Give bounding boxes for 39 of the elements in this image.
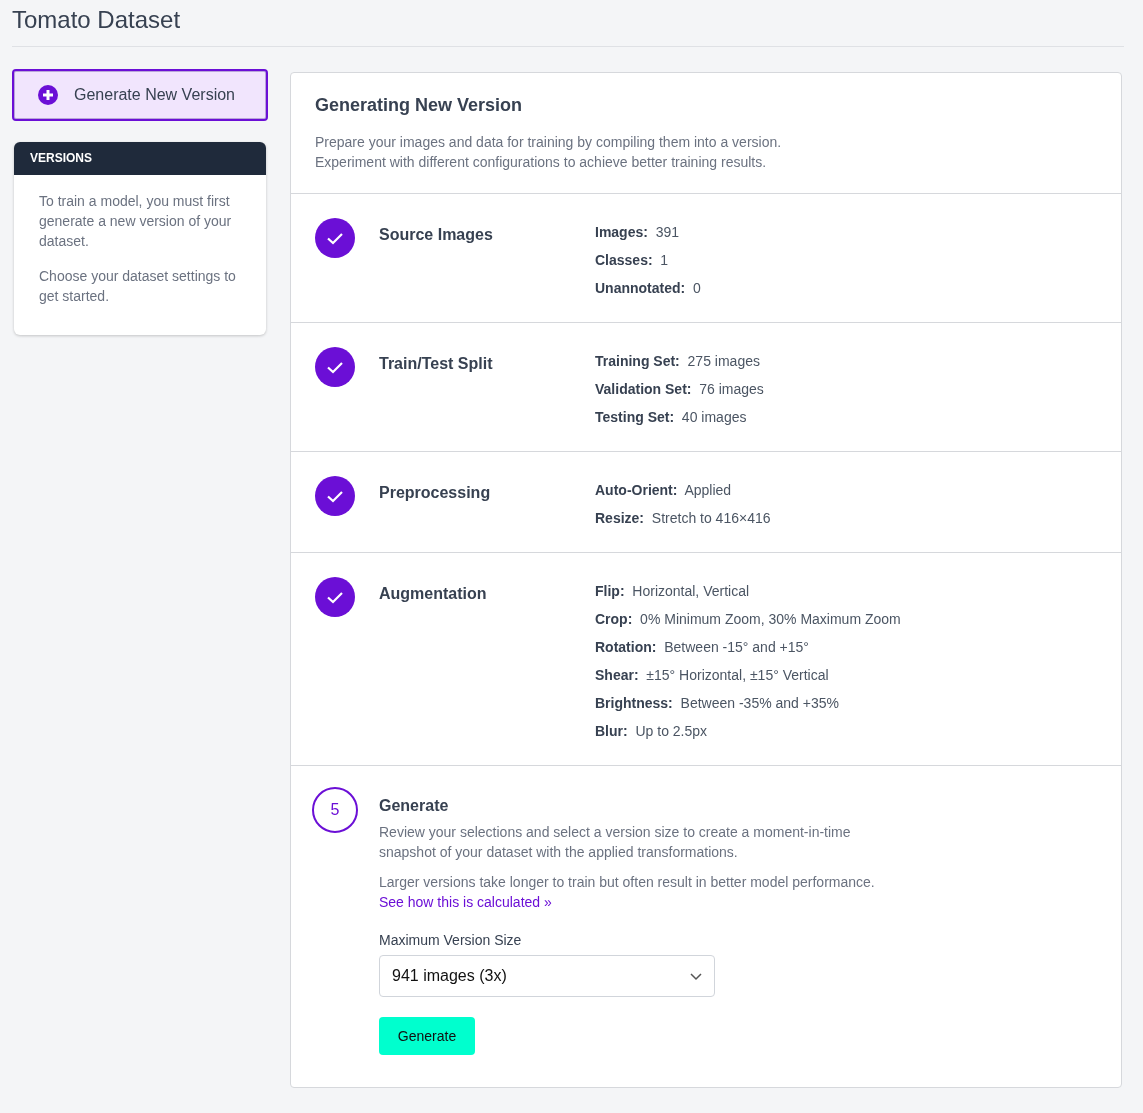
step-detail: Unannotated: 0	[595, 279, 701, 298]
step-detail: Brightness: Between -35% and +35%	[595, 694, 840, 713]
generate-new-version-button[interactable]: Generate New Version	[12, 69, 268, 121]
step-detail: Blur: Up to 2.5px	[595, 722, 709, 741]
step-detail: Crop: 0% Minimum Zoom, 30% Maximum Zoom	[595, 610, 901, 629]
step-detail: Auto-Orient: Applied	[595, 481, 733, 500]
check-circle-icon	[315, 347, 355, 387]
step-title: Augmentation	[379, 585, 488, 604]
calculation-link[interactable]: See how this is calculated »	[379, 894, 552, 910]
version-size-dropdown[interactable]: 941 images (3x)	[379, 955, 715, 997]
step-detail: Resize: Stretch to 416×416	[595, 509, 771, 528]
versions-heading: VERSIONS	[14, 142, 266, 175]
check-circle-icon	[315, 218, 355, 258]
info-text: Choose your dataset settings to get started.	[39, 267, 237, 306]
step-description: Review your selections and select a version size to create a moment-in-time snapshot of your dataset with the applied transformations.	[379, 823, 852, 862]
step-detail: Testing Set: 40 images	[595, 408, 748, 427]
panel-title: Generating New Version	[315, 95, 524, 116]
step-detail: Rotation: Between -15° and +15°	[595, 638, 810, 657]
step-detail: Flip: Horizontal, Vertical	[595, 582, 751, 601]
step-title: Source Images	[379, 226, 494, 245]
chevron-down-icon	[690, 973, 702, 981]
step-detail: Images: 391	[595, 223, 681, 242]
step-title: Preprocessing	[379, 484, 492, 503]
step-title: Generate	[379, 797, 450, 815]
step-description: Larger versions take longer to train but often result in better model performance. See how this is calculated »	[379, 873, 876, 912]
plus-circle-icon	[38, 85, 58, 105]
step-detail: Classes: 1	[595, 251, 670, 270]
info-text: To train a model, you must first generate a new version of your dataset.	[39, 192, 233, 251]
page-title: Tomato Dataset	[12, 0, 1124, 47]
step-number: 5	[312, 787, 358, 833]
step-title: Train/Test Split	[379, 355, 494, 374]
check-circle-icon	[315, 577, 355, 617]
generate-button[interactable]: Generate	[379, 1017, 475, 1055]
step-detail: Training Set: 275 images	[595, 352, 761, 371]
field-label: Maximum Version Size	[379, 932, 523, 948]
panel-description: Prepare your images and data for training by compiling them into a version. Experiment with different configurations to achieve better training results.	[315, 133, 783, 172]
step-detail: Shear: ±15° Horizontal, ±15° Vertical	[595, 666, 830, 685]
step-detail: Validation Set: 76 images	[595, 380, 764, 399]
check-circle-icon	[315, 476, 355, 516]
